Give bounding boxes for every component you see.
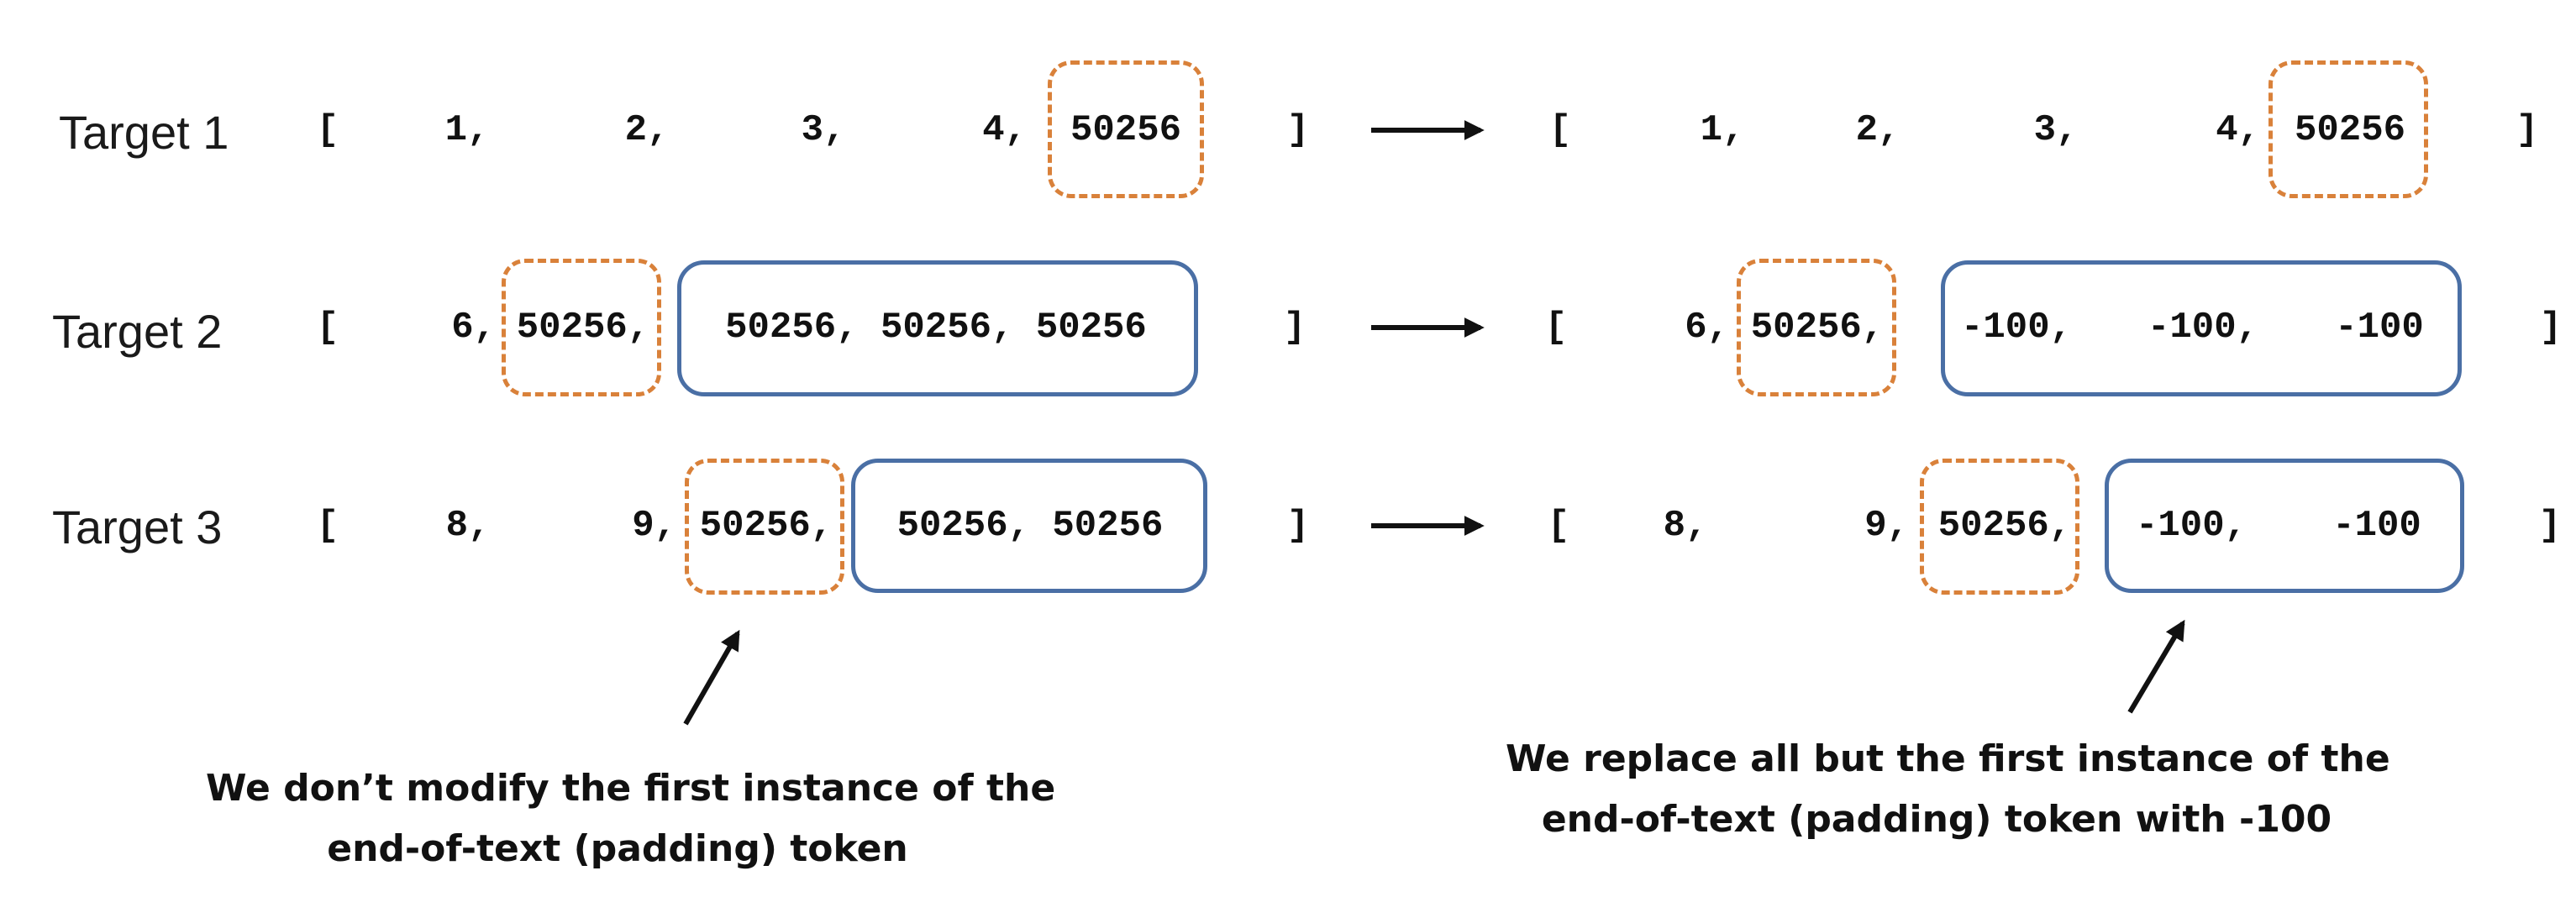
caption-right: We replace all but the first instance of… bbox=[1506, 729, 2390, 850]
caption-left-line-1: We don’t modify the first instance of th… bbox=[206, 767, 1056, 810]
caption-left: We don’t modify the first instance of th… bbox=[206, 758, 1056, 879]
caption-right-line-1: We replace all but the first instance of… bbox=[1506, 737, 2390, 780]
caption-right-line-2: end-of-text (padding) token with -100 bbox=[1541, 798, 2332, 841]
pointer-arrow-left bbox=[683, 629, 740, 726]
caption-left-line-2: end-of-text (padding) token bbox=[327, 827, 908, 870]
pointer-arrow-right bbox=[2127, 619, 2185, 714]
